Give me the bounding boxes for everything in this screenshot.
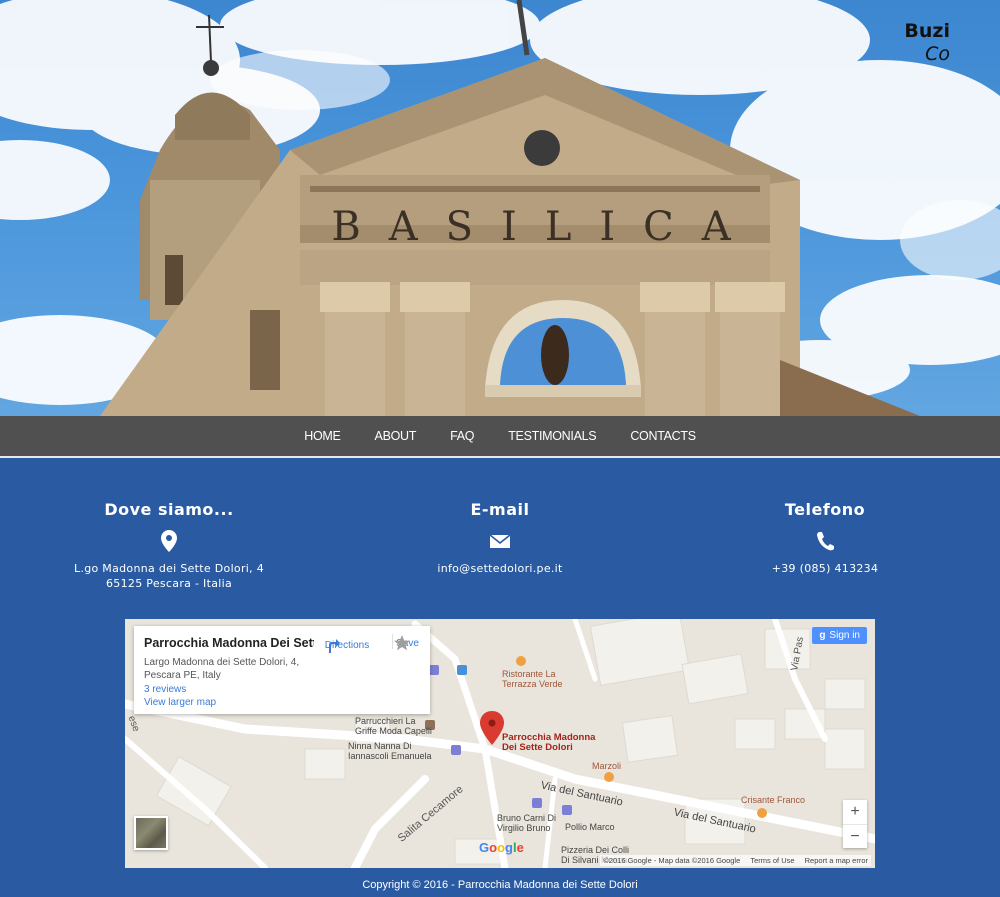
location-block: Dove siamo... L.go Madonna dei Sette Dol… — [69, 500, 269, 591]
nav-home[interactable]: HOME — [304, 429, 341, 443]
reviews-link[interactable]: 3 reviews — [144, 684, 186, 695]
zoom-controls: + − — [843, 800, 867, 848]
google-logo: Google — [479, 840, 524, 855]
google-g-icon: g — [819, 630, 826, 641]
hero-banner: BASILICA Buzi Co — [0, 0, 1000, 416]
phone-icon — [817, 532, 834, 551]
brand-logo[interactable]: Buzi Co — [904, 20, 950, 66]
location-line-1: L.go Madonna dei Sette Dolori, 4 — [73, 562, 265, 575]
map-label-parrucchieri: Parrucchieri La Griffe Moda Capelli — [355, 716, 432, 736]
google-logo-letter: g — [505, 840, 513, 855]
map-label-ristorante: Ristorante La Terrazza Verde — [502, 669, 563, 689]
map-marker-label[interactable]: Parrocchia Madonna Dei Sette Dolori — [502, 733, 595, 753]
map-label-crisante: Crisante Franco — [741, 795, 806, 805]
email-title: E-mail — [470, 500, 530, 519]
place-info-card: Parrocchia Madonna Dei Sett... Largo Mad… — [134, 626, 430, 714]
phone-title: Telefono — [784, 500, 866, 519]
map-label-bruno: Bruno Carni Di Virgilio Bruno — [497, 813, 557, 833]
report-error-link[interactable]: Report a map error — [805, 856, 868, 865]
nav-contacts[interactable]: CONTACTS — [630, 429, 696, 443]
footer-copyright: Copyright © 2016 - Parrocchia Madonna de… — [362, 879, 638, 891]
map-label-ninna: Ninna Nanna Di Iannascoli Emanuela — [348, 741, 432, 761]
google-logo-letter: G — [479, 840, 490, 855]
brand-line-1: Buzi — [904, 20, 950, 42]
brand-line-2: Co — [925, 43, 950, 65]
terms-link[interactable]: Terms of Use — [750, 856, 794, 865]
place-title[interactable]: Parrocchia Madonna Dei Sett... — [144, 636, 314, 650]
satellite-toggle[interactable] — [134, 816, 168, 850]
location-title: Dove siamo... — [104, 500, 234, 519]
map-label-marzoli: Marzoli — [592, 761, 622, 771]
place-address: Largo Madonna dei Sette Dolori, 4, Pescar… — [144, 657, 300, 681]
map-attribution: ©2016 Google - Map data ©2016 Google Ter… — [600, 855, 871, 866]
map-pin-icon — [161, 530, 177, 552]
directions-button[interactable]: Directions — [324, 636, 370, 653]
facade-lettering: BASILICA — [331, 204, 758, 250]
directions-icon — [329, 639, 340, 653]
google-logo-letter: e — [516, 840, 524, 855]
nav-about[interactable]: ABOUT — [375, 429, 417, 443]
phone-number[interactable]: +39 (085) 413234 — [725, 561, 925, 576]
google-logo-letter: o — [497, 840, 506, 855]
nav-testimonials[interactable]: TESTIMONIALS — [508, 429, 596, 443]
view-larger-map-link[interactable]: View larger map — [144, 697, 216, 708]
nav-faq[interactable]: FAQ — [450, 429, 474, 443]
email-link[interactable]: info@settedolori.pe.it — [437, 562, 562, 575]
google-logo-letter: o — [489, 840, 498, 855]
zoom-out-button[interactable]: − — [843, 824, 867, 848]
map-label-pollio: Pollio Marco — [565, 822, 615, 832]
location-line-2: 65125 Pescara - Italia — [106, 577, 232, 590]
zoom-in-button[interactable]: + — [843, 800, 867, 824]
star-icon — [394, 635, 410, 651]
attribution-text: ©2016 Google - Map data ©2016 Google — [603, 856, 741, 865]
sign-in-label: Sign in — [829, 630, 860, 641]
google-map[interactable]: Ristorante La Terrazza Verde Parrucchieri… — [125, 619, 875, 868]
phone-block: Telefono +39 (085) 413234 — [725, 500, 925, 576]
sign-in-button[interactable]: g Sign in — [812, 627, 867, 644]
basilica-photo: BASILICA — [0, 0, 1000, 416]
envelope-icon — [489, 534, 511, 548]
main-navigation: HOME ABOUT FAQ TESTIMONIALS CONTACTS — [0, 416, 1000, 458]
email-block: E-mail info@settedolori.pe.it — [400, 500, 600, 576]
save-button[interactable]: Save — [392, 634, 422, 651]
